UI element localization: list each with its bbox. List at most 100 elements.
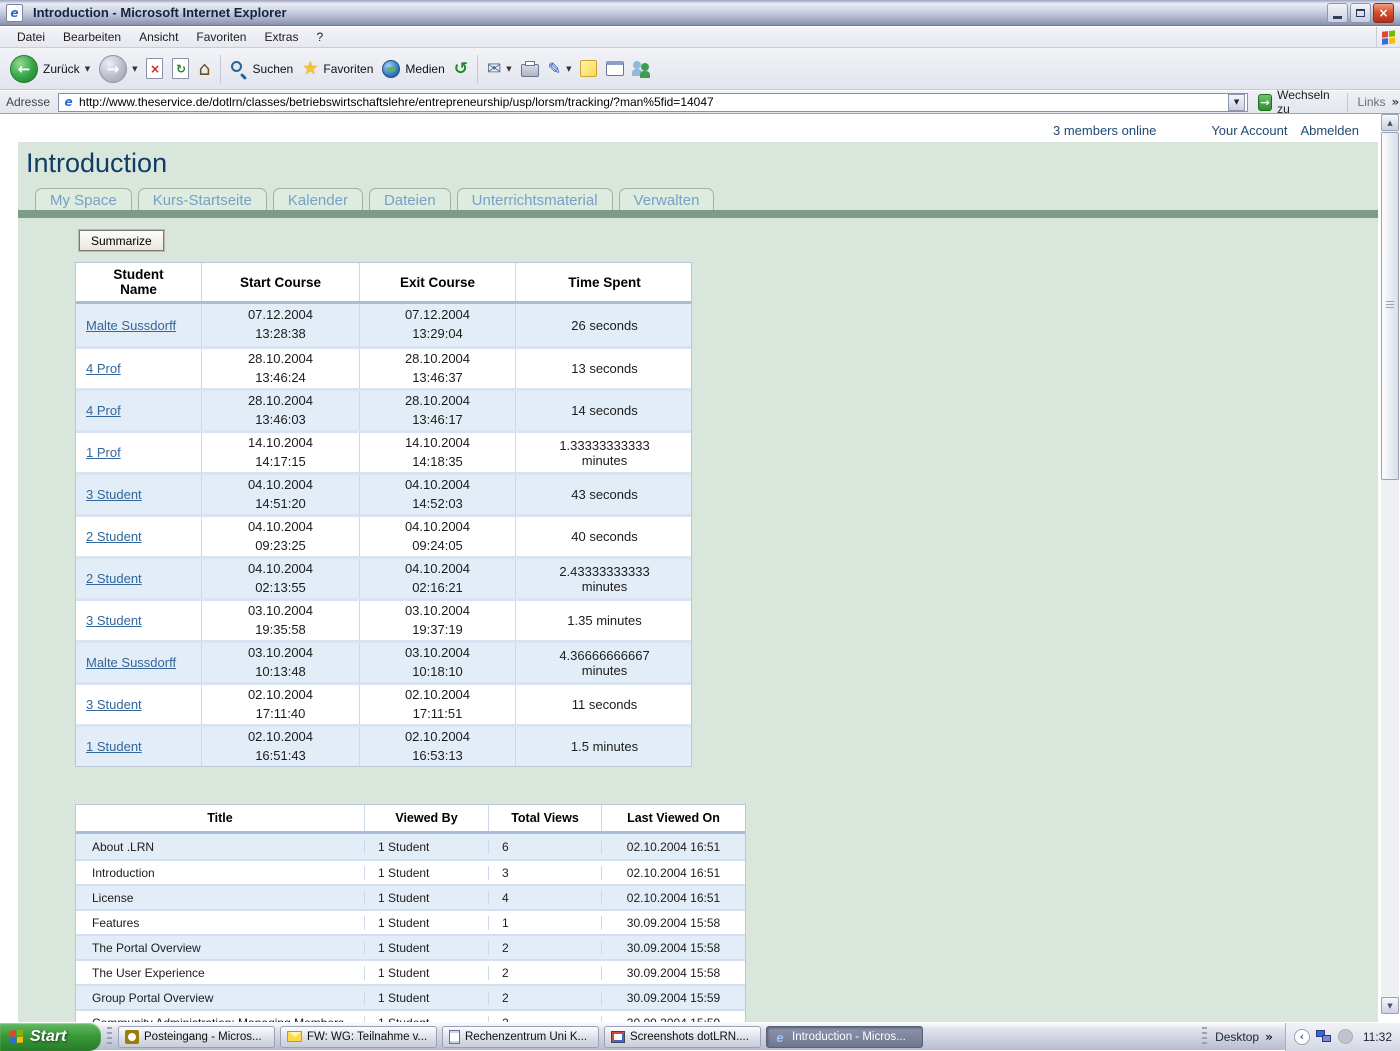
edit-dropdown-icon[interactable]: ▼ [566, 65, 571, 73]
student-name-link[interactable]: Malte Sussdorff [86, 655, 176, 670]
scroll-up-button[interactable]: ▲ [1381, 114, 1399, 131]
favorites-button[interactable]: ★ Favoriten [302, 58, 373, 79]
start-button[interactable]: Start [0, 1023, 101, 1051]
forward-icon: → [99, 55, 127, 83]
start-course-cell: 03.10.200410:13:48 [201, 643, 359, 682]
column-header: Total Views [488, 805, 601, 831]
student-name-link[interactable]: 2 Student [86, 529, 142, 544]
scrollbar-thumb[interactable] [1381, 132, 1399, 480]
network-tray-icon[interactable] [1316, 1030, 1332, 1044]
stop-button[interactable]: × [146, 58, 163, 79]
views-table-body: About .LRN 1 Student 6 02.10.2004 16:51 … [76, 834, 745, 1022]
update-tray-icon[interactable] [1338, 1029, 1353, 1044]
refresh-button[interactable]: ↻ [172, 58, 189, 79]
taskbar-task-button[interactable]: e Introduction - Micros... [766, 1026, 923, 1048]
menu-item[interactable]: Favoriten [187, 27, 255, 47]
ie-page-icon: e [61, 95, 76, 110]
student-name-link[interactable]: 4 Prof [86, 403, 121, 418]
total-views-cell: 4 [488, 891, 601, 905]
taskbar-task-button[interactable]: Posteingang - Micros... [118, 1026, 275, 1048]
menu-item[interactable]: Ansicht [130, 27, 187, 47]
student-name-link[interactable]: 3 Student [86, 487, 142, 502]
mail-button[interactable]: ✉ ▼ [487, 59, 512, 79]
time-spent-cell: 26 seconds [515, 304, 693, 346]
start-course-cell: 02.10.200417:11:40 [201, 685, 359, 724]
time-spent-cell: 40 seconds [515, 517, 693, 556]
table-row: License 1 Student 4 02.10.2004 16:51 [76, 884, 745, 909]
desktop-chevron-icon[interactable]: » [1265, 1030, 1273, 1044]
table-row: The Portal Overview 1 Student 2 30.09.20… [76, 934, 745, 959]
address-dropdown-button[interactable]: ▼ [1228, 94, 1245, 111]
exit-course-cell: 04.10.200402:16:21 [359, 559, 515, 598]
sidebar-toggle-button[interactable] [606, 61, 624, 76]
desktop-toolbar-grip[interactable] [1202, 1027, 1207, 1047]
media-label: Medien [405, 62, 444, 76]
course-tab[interactable]: Kalender [273, 188, 363, 211]
links-chevron-icon[interactable]: » [1392, 95, 1400, 109]
table-row: Features 1 Student 1 30.09.2004 15:58 [76, 909, 745, 934]
column-header: Time Spent [515, 263, 693, 301]
minimize-button[interactable] [1327, 3, 1348, 23]
logout-link[interactable]: Abmelden [1300, 123, 1359, 138]
go-label: Wechseln zu [1277, 88, 1332, 116]
student-name-cell: 3 Student [76, 475, 201, 514]
maximize-button[interactable] [1350, 3, 1371, 23]
summarize-button[interactable]: Summarize [79, 230, 164, 251]
browser-toolbar: ← Zurück ▼ → ▼ × ↻ ⌂ Suchen ★ Favoriten … [0, 48, 1400, 90]
table-row: 1 Student 02.10.200416:51:43 02.10.20041… [76, 724, 691, 766]
student-name-link[interactable]: 3 Student [86, 697, 142, 712]
menu-item[interactable]: Datei [8, 27, 54, 47]
media-button[interactable]: Medien [382, 60, 444, 78]
student-name-link[interactable]: 3 Student [86, 613, 142, 628]
course-tab[interactable]: Kurs-Startseite [138, 188, 267, 211]
desktop-toolbar-label[interactable]: Desktop [1215, 1030, 1259, 1044]
page-title: Introduction [26, 148, 167, 179]
student-name-link[interactable]: 1 Student [86, 739, 142, 754]
links-toolbar[interactable]: Links » [1347, 93, 1400, 112]
discuss-button[interactable] [580, 60, 597, 77]
menu-item[interactable]: Extras [255, 27, 307, 47]
go-button[interactable]: → Wechseln zu [1258, 88, 1332, 116]
taskbar-task-button[interactable]: FW: WG: Teilnahme v... [280, 1026, 437, 1048]
student-name-link[interactable]: 2 Student [86, 571, 142, 586]
column-header: Start Course [201, 263, 359, 301]
forward-button[interactable]: → ▼ [99, 55, 137, 83]
forward-dropdown-icon[interactable]: ▼ [132, 65, 137, 73]
task-buttons: Posteingang - Micros... FW: WG: Teilnahm… [118, 1026, 928, 1048]
messenger-button[interactable] [633, 60, 653, 78]
your-account-link[interactable]: Your Account [1211, 123, 1287, 138]
quicklaunch-grip[interactable] [107, 1027, 112, 1047]
tray-collapse-icon[interactable]: ‹ [1294, 1029, 1310, 1045]
vertical-scrollbar[interactable]: ▲ ▼ [1381, 114, 1399, 1014]
course-tab[interactable]: Verwalten [619, 188, 715, 211]
exit-course-cell: 14.10.200414:18:35 [359, 433, 515, 472]
tracking-table-body: Malte Sussdorff 07.12.200413:28:38 07.12… [76, 304, 691, 766]
start-course-cell: 02.10.200416:51:43 [201, 727, 359, 766]
search-button[interactable]: Suchen [230, 60, 294, 78]
column-header: Title [76, 805, 364, 831]
course-tab[interactable]: Dateien [369, 188, 451, 211]
menu-item[interactable]: Bearbeiten [54, 27, 130, 47]
print-button[interactable] [521, 60, 539, 77]
scroll-down-button[interactable]: ▼ [1381, 997, 1399, 1014]
course-tab[interactable]: Unterrichtsmaterial [457, 188, 613, 211]
address-input[interactable]: e http://www.theservice.de/dotlrn/classe… [58, 93, 1248, 112]
course-tab[interactable]: My Space [35, 188, 132, 211]
members-online-link[interactable]: 3 members online [1053, 123, 1156, 138]
taskbar-task-button[interactable]: Rechenzentrum Uni K... [442, 1026, 599, 1048]
student-name-link[interactable]: 1 Prof [86, 445, 121, 460]
start-label: Start [30, 1028, 66, 1046]
mail-dropdown-icon[interactable]: ▼ [506, 65, 511, 73]
last-viewed-cell: 30.09.2004 15:58 [601, 916, 745, 930]
edit-button[interactable]: ✎ ▼ [548, 59, 572, 78]
back-dropdown-icon[interactable]: ▼ [85, 65, 90, 73]
back-button[interactable]: ← Zurück ▼ [10, 55, 90, 83]
history-button[interactable]: ↺ [454, 59, 468, 79]
taskbar-task-button[interactable]: Screenshots dotLRN.... [604, 1026, 761, 1048]
home-button[interactable]: ⌂ [198, 58, 210, 80]
menu-item[interactable]: ? [307, 27, 332, 47]
student-name-link[interactable]: 4 Prof [86, 361, 121, 376]
student-name-link[interactable]: Malte Sussdorff [86, 318, 176, 333]
viewed-by-cell: 1 Student [364, 866, 488, 880]
close-button[interactable]: × [1373, 3, 1394, 23]
